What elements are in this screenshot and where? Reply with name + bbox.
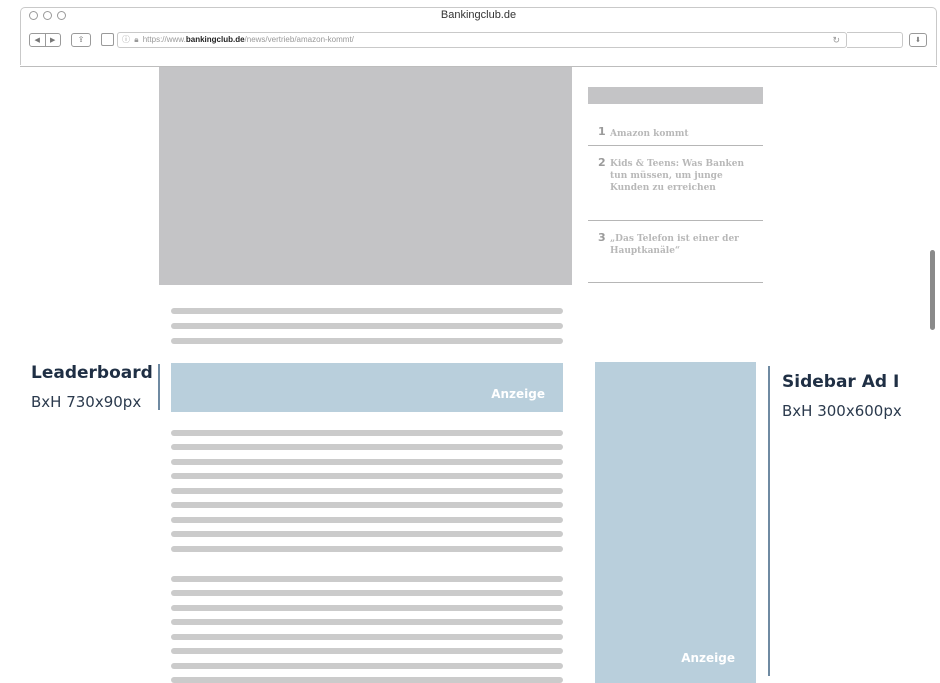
browser-window: Bankingclub.de ◀ ▶ ⇪ ⓘ 🔒︎ https://www.ba…	[20, 7, 937, 65]
sidebar-icon[interactable]	[101, 33, 114, 46]
vertical-scrollbar-thumb[interactable]	[930, 250, 935, 330]
text-line-placeholder	[171, 459, 563, 465]
leaderboard-marker	[158, 364, 160, 410]
text-line-placeholder	[171, 531, 563, 537]
text-line-placeholder	[171, 338, 563, 344]
search-field[interactable]	[847, 32, 903, 48]
list-item-title[interactable]: „Das Telefon ist einer der Hauptkanäle“	[610, 233, 763, 257]
text-line-placeholder	[171, 546, 563, 552]
download-icon[interactable]: ⬇	[909, 33, 927, 47]
sidebar-ad-marker	[768, 366, 770, 676]
top-articles-list: 1 Amazon kommt 2 Kids & Teens: Was Banke…	[588, 87, 763, 283]
leaderboard-size: BxH 730x90px	[31, 393, 142, 411]
text-line-placeholder	[171, 576, 563, 582]
text-line-placeholder	[171, 502, 563, 508]
back-icon[interactable]: ◀	[30, 34, 46, 46]
list-item-number: 1	[598, 125, 606, 138]
text-line-placeholder	[171, 663, 563, 669]
text-line-placeholder	[171, 473, 563, 479]
list-item-title[interactable]: Kids & Teens: Was Banken tun müssen, um …	[610, 158, 763, 194]
share-icon[interactable]: ⇪	[71, 33, 91, 47]
list-item[interactable]: 1 Amazon kommt	[588, 104, 763, 146]
list-item-title[interactable]: Amazon kommt	[610, 128, 763, 140]
navigation-buttons: ◀ ▶	[29, 33, 61, 47]
text-line-placeholder	[171, 677, 563, 683]
text-line-placeholder	[171, 444, 563, 450]
reload-icon[interactable]: ↻	[832, 33, 840, 47]
url-domain: bankingclub.de	[185, 35, 245, 44]
text-line-placeholder	[171, 430, 563, 436]
top-list-header	[588, 87, 763, 104]
text-line-placeholder	[171, 634, 563, 640]
list-item[interactable]: 2 Kids & Teens: Was Banken tun müssen, u…	[588, 146, 763, 221]
text-line-placeholder	[171, 517, 563, 523]
text-line-placeholder	[171, 323, 563, 329]
info-icon: ⓘ	[122, 35, 130, 44]
window-title: Bankingclub.de	[440, 9, 517, 21]
address-bar[interactable]: ⓘ 🔒︎ https://www.bankingclub.de/news/ver…	[117, 32, 847, 48]
list-item-number: 3	[598, 231, 606, 244]
sidebar-ad-slot[interactable]: Anzeige	[595, 362, 756, 683]
text-line-placeholder	[171, 488, 563, 494]
text-line-placeholder	[171, 619, 563, 625]
hero-image-placeholder	[159, 67, 572, 285]
sidebar-ad-title: Sidebar Ad I	[782, 372, 900, 392]
ad-label: Anzeige	[491, 387, 545, 401]
sidebar-ad-size: BxH 300x600px	[782, 402, 902, 420]
leaderboard-ad-slot[interactable]: Anzeige	[171, 363, 563, 412]
url-prefix: https://www.	[142, 35, 186, 44]
leaderboard-title: Leaderboard	[31, 363, 153, 383]
ad-label: Anzeige	[681, 651, 735, 665]
text-line-placeholder	[171, 590, 563, 596]
forward-icon[interactable]: ▶	[46, 34, 61, 46]
url-path: /news/vertrieb/amazon-kommt/	[244, 35, 354, 44]
list-item-number: 2	[598, 156, 606, 169]
lock-icon: 🔒︎	[134, 35, 139, 44]
text-line-placeholder	[171, 648, 563, 654]
text-line-placeholder	[171, 308, 563, 314]
list-item[interactable]: 3 „Das Telefon ist einer der Hauptkanäle…	[588, 221, 763, 283]
text-line-placeholder	[171, 605, 563, 611]
